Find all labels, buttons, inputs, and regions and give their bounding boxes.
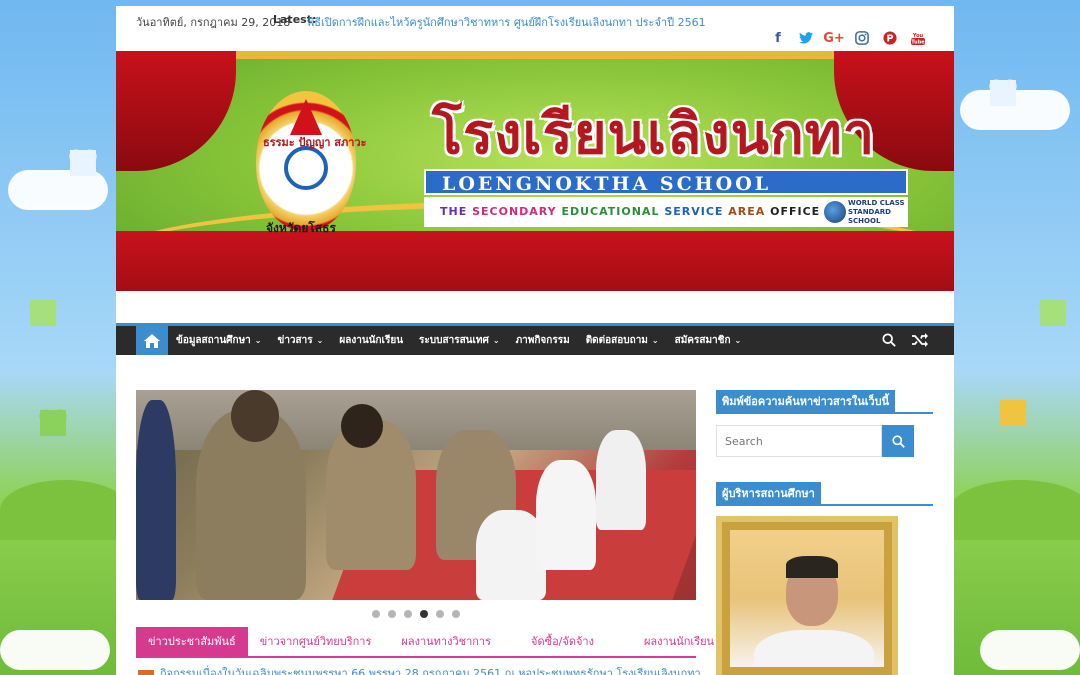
emblem-province: จังหวัดยโสธร	[266, 221, 336, 235]
facebook-icon[interactable]: f	[770, 30, 786, 46]
youtube-icon[interactable]: You Tube	[910, 30, 926, 46]
tab-academic-works[interactable]: ผลงานทางวิชาการ	[383, 627, 503, 657]
search-button[interactable]	[882, 425, 914, 457]
search-icon[interactable]	[882, 333, 896, 347]
search-icon	[891, 434, 905, 448]
home-icon	[144, 333, 160, 348]
globe-icon	[824, 201, 846, 223]
random-post-icon[interactable]	[912, 333, 928, 347]
search-widget-title: พิมพ์ข้อความค้นหาข่าวสารในเว็บนี้	[716, 390, 933, 414]
nav-item-school-info[interactable]: ข้อมูลสถานศึกษา ⌄	[168, 333, 269, 348]
chevron-down-icon: ⌄	[492, 336, 500, 345]
svg-text:Tube: Tube	[911, 40, 925, 46]
featured-slider-image[interactable]	[136, 390, 696, 600]
nav-item-contact[interactable]: ติดต่อสอบถาม ⌄	[578, 333, 667, 348]
emblem-motto: ธรรมะ ปัญญา สภาวะ	[263, 136, 367, 149]
nav-tools	[882, 333, 928, 347]
director-portrait	[716, 516, 898, 675]
chevron-down-icon: ⌄	[651, 336, 659, 345]
twitter-icon[interactable]	[798, 30, 814, 46]
nav-item-activity-photos[interactable]: ภาพกิจกรรม	[508, 333, 578, 348]
nav-item-news[interactable]: ข่าวสาร ⌄	[269, 333, 331, 348]
school-title-english: LOENGNOKTHA SCHOOL	[424, 169, 908, 195]
news-tabs: ข่าวประชาสัมพันธ์ ข่าวจากศูนย์วิทยบริการ…	[136, 627, 714, 658]
chevron-down-icon: ⌄	[254, 336, 262, 345]
svg-text:P: P	[886, 34, 893, 45]
top-bar: วันอาทิตย์, กรกฎาคม 29, 2018 Latest: พิธ…	[116, 6, 954, 50]
search-input[interactable]	[716, 425, 882, 457]
slider-dot[interactable]	[388, 610, 396, 618]
curtain-left	[116, 51, 236, 171]
nav-item-register[interactable]: สมัครสมาชิก ⌄	[667, 333, 750, 348]
slider-dot[interactable]	[420, 610, 428, 618]
slider-dot[interactable]	[452, 610, 460, 618]
list-item[interactable]: กิจกรรมเนื่องในวันเฉลิมพระชนมพรรษา 66 พร…	[138, 664, 701, 675]
current-date: วันอาทิตย์, กรกฎาคม 29, 2018	[136, 16, 291, 29]
slider-dot[interactable]	[436, 610, 444, 618]
nav-item-info-system[interactable]: ระบบสารสนเทศ ⌄	[411, 333, 508, 348]
pinterest-icon[interactable]: P	[882, 30, 898, 46]
tab-learning-center-news[interactable]: ข่าวจากศูนย์วิทยบริการ	[248, 627, 384, 657]
tab-procurement[interactable]: จัดซื้อ/จัดจ้าง	[503, 627, 606, 657]
school-banner[interactable]: ธรรมะ ปัญญา สภาวะ จังหวัดยโสธร โรงเรียนเ…	[116, 51, 954, 291]
school-title: โรงเรียนเลิงนกทา	[432, 102, 876, 167]
world-class-badge: WORLD CLASS STANDARD SCHOOL	[824, 199, 906, 225]
instagram-icon[interactable]	[854, 30, 870, 46]
slider-pagination	[372, 610, 460, 618]
chevron-down-icon: ⌄	[734, 336, 742, 345]
nav-item-student-works[interactable]: ผลงานนักเรียน	[331, 333, 411, 348]
director-widget-title: ผู้บริหารสถานศึกษา	[716, 482, 933, 506]
main-navigation: ข้อมูลสถานศึกษา ⌄ ข่าวสาร ⌄ ผลงานนักเรียน …	[116, 323, 954, 355]
page-container: วันอาทิตย์, กรกฎาคม 29, 2018 Latest: พิธ…	[116, 6, 954, 675]
slider-dot[interactable]	[404, 610, 412, 618]
new-badge-icon	[138, 669, 154, 675]
school-emblem-logo	[256, 91, 356, 231]
tab-pr-news[interactable]: ข่าวประชาสัมพันธ์	[136, 627, 248, 657]
google-plus-icon[interactable]: G+	[823, 30, 845, 46]
chevron-down-icon: ⌄	[316, 336, 324, 345]
latest-news-link[interactable]: พิธีเปิดการฝึกและไหว้ครูนักศึกษาวิชาทหาร…	[307, 13, 706, 31]
slider-dot[interactable]	[372, 610, 380, 618]
social-links: f G+ P You Tube	[770, 30, 926, 46]
home-button[interactable]	[136, 326, 168, 355]
search-form	[716, 425, 914, 457]
tab-student-works[interactable]: ผลงานนักเรียน	[606, 627, 726, 657]
